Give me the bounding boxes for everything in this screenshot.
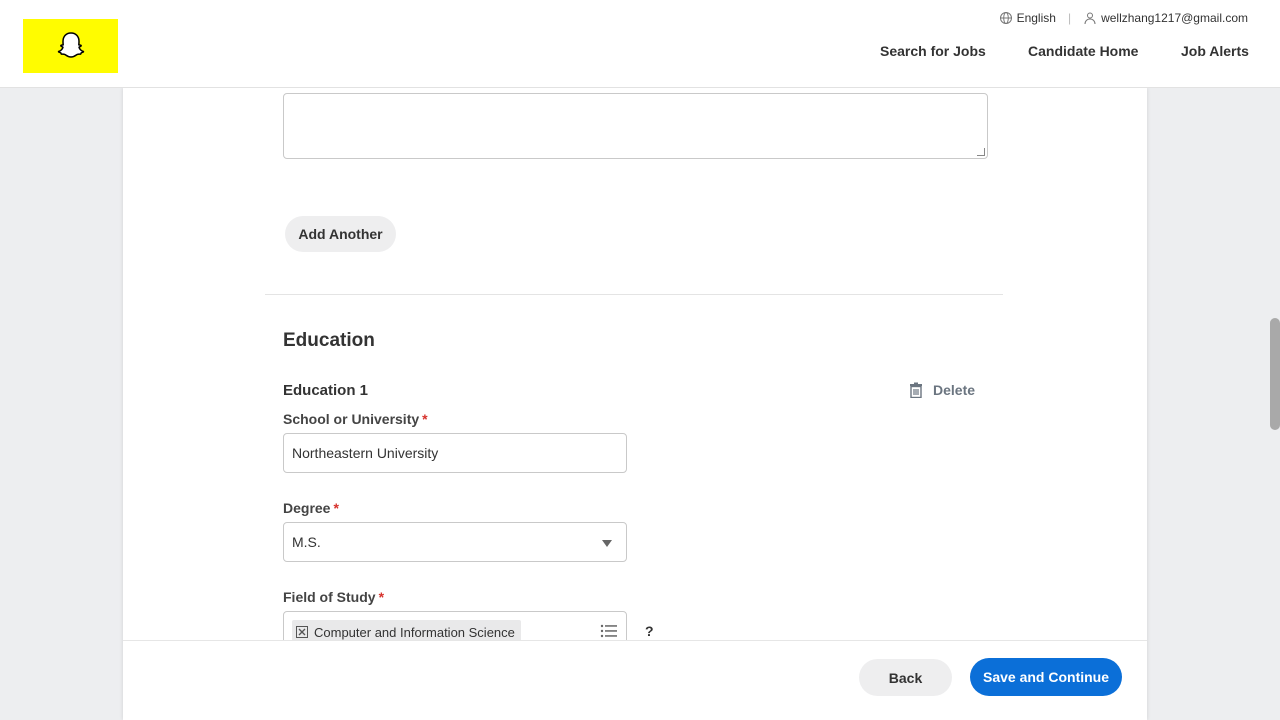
field-of-study-label: Field of Study *: [283, 589, 384, 605]
application-form-card: [123, 88, 1147, 720]
utility-row: English | wellzhang1217@gmail.com: [999, 11, 1248, 25]
user-email-link[interactable]: wellzhang1217@gmail.com: [1101, 11, 1248, 25]
chevron-down-icon: [602, 540, 612, 547]
nav-search-jobs[interactable]: Search for Jobs: [880, 43, 986, 59]
delete-label: Delete: [933, 382, 976, 398]
required-mark: *: [333, 500, 339, 516]
field-of-study-label-text: Field of Study: [283, 589, 376, 605]
language-selector[interactable]: English: [1017, 11, 1056, 25]
snapchat-logo[interactable]: [23, 19, 118, 73]
chip-label: Computer and Information Science: [314, 624, 515, 640]
add-another-button[interactable]: Add Another: [285, 216, 396, 252]
nav-job-alerts[interactable]: Job Alerts: [1181, 43, 1249, 59]
required-mark: *: [378, 589, 385, 605]
save-and-continue-button[interactable]: Save and Continue: [970, 658, 1122, 696]
required-mark: *: [422, 411, 428, 427]
degree-select[interactable]: M.S.: [283, 522, 627, 562]
section-divider: [265, 294, 1003, 295]
school-label-text: School or University: [283, 411, 420, 427]
degree-select-value: M.S.: [292, 534, 321, 550]
divider: |: [1067, 11, 1072, 25]
degree-label-text: Degree: [283, 500, 331, 516]
help-icon[interactable]: ?: [645, 623, 654, 639]
previous-section-textarea[interactable]: [283, 93, 988, 159]
school-label: School or University *: [283, 411, 428, 427]
snapchat-ghost-icon: [57, 32, 84, 58]
chip-remove-icon[interactable]: [296, 626, 308, 638]
education-section-title: Education: [283, 330, 375, 351]
user-icon[interactable]: [1083, 11, 1097, 25]
education-entry-title: Education 1: [283, 382, 369, 399]
nav-candidate-home[interactable]: Candidate Home: [1028, 43, 1138, 59]
school-input[interactable]: Northeastern University: [283, 433, 627, 473]
degree-label: Degree *: [283, 500, 339, 516]
trash-icon: [910, 382, 922, 398]
site-header: English | wellzhang1217@gmail.com Search…: [0, 0, 1280, 88]
resize-handle-icon[interactable]: [977, 148, 985, 156]
page-scrollbar[interactable]: [1270, 318, 1280, 430]
school-input-value: Northeastern University: [292, 445, 439, 461]
delete-education-button[interactable]: Delete: [909, 382, 975, 398]
back-button[interactable]: Back: [859, 659, 952, 696]
globe-icon[interactable]: [999, 11, 1013, 25]
